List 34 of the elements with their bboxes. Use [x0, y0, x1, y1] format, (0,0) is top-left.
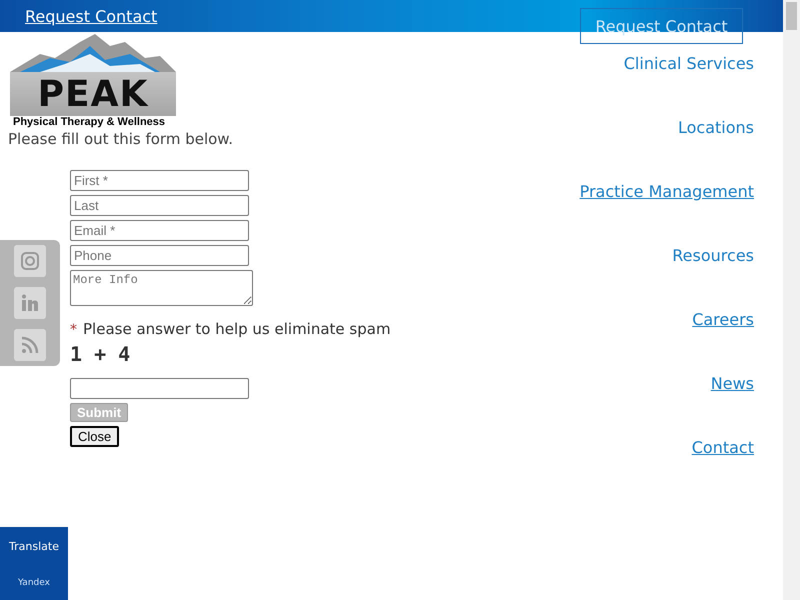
request-contact-button[interactable]: Request Contact [580, 8, 743, 44]
translate-widget[interactable]: Translate Yandex [0, 527, 68, 600]
rss-icon [20, 335, 40, 355]
logo-tagline: Physical Therapy & Wellness [12, 116, 166, 128]
scrollbar[interactable] [783, 0, 800, 600]
nav-link[interactable]: Careers [692, 308, 754, 332]
captcha-question: 1 + 4 [70, 342, 130, 366]
social-button[interactable] [14, 329, 46, 361]
answer-field[interactable] [70, 378, 249, 399]
nav-link[interactable]: Clinical Services [624, 52, 754, 76]
more-info-field[interactable]: More Info [70, 270, 253, 306]
translate-provider: Yandex [18, 578, 50, 588]
input-field[interactable]: Last [70, 195, 249, 216]
nav-link[interactable]: Locations [678, 116, 754, 140]
intro-text: Please fill out this form below. [8, 130, 234, 148]
close-button[interactable]: Close [70, 426, 120, 447]
translate-label: Translate [9, 540, 59, 552]
social-button[interactable] [14, 287, 46, 319]
nav-link[interactable]: News [710, 372, 754, 396]
nav-link[interactable]: Contact [692, 436, 754, 460]
request-contact-link[interactable]: Request Contact [25, 6, 158, 26]
linkedin-icon [20, 293, 40, 313]
mountain-icon [10, 34, 176, 72]
input-field[interactable]: Email * [70, 220, 249, 241]
input-field[interactable]: First * [70, 170, 249, 191]
required-mark: * [70, 322, 77, 338]
spam-prompt: Please answer to help us eliminate spam [83, 320, 391, 338]
input-field[interactable]: Phone [70, 245, 249, 266]
camera-icon [20, 251, 40, 271]
logo-wordmark: PEAK [38, 74, 148, 114]
scrollbar-thumb[interactable] [786, 2, 797, 30]
social-button[interactable] [14, 245, 46, 277]
nav-link[interactable]: Practice Management [580, 180, 754, 204]
nav-link[interactable]: Resources [672, 244, 754, 268]
